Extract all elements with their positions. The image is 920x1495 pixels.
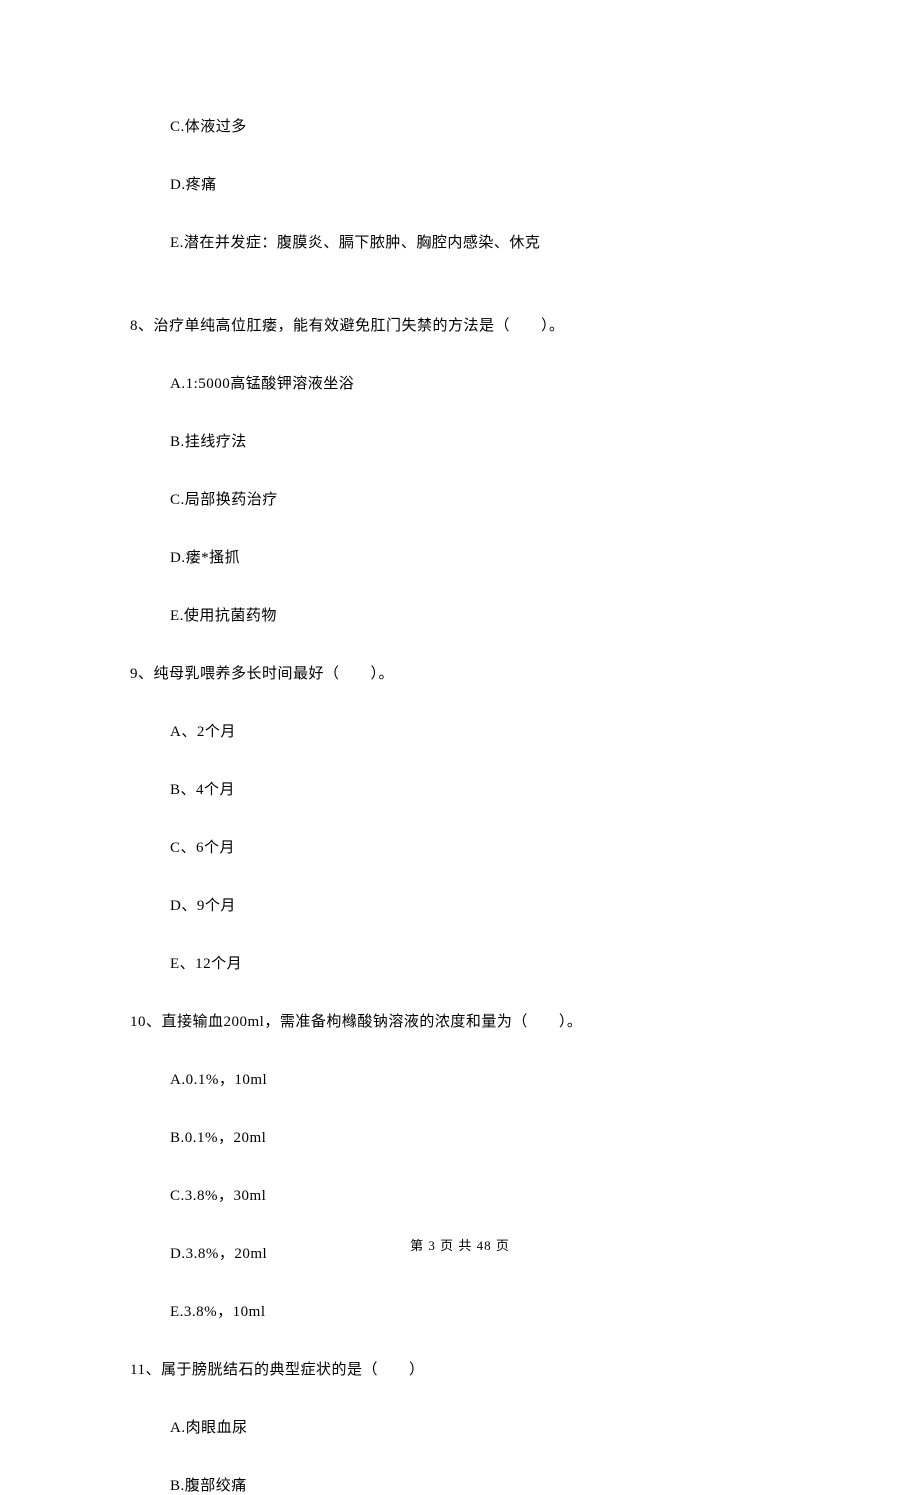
q9-option-d: D、9个月 <box>130 894 790 915</box>
q7-option-e: E.潜在并发症：腹膜炎、膈下脓肿、胸腔内感染、休克 <box>130 231 790 252</box>
q8-option-e: E.使用抗菌药物 <box>130 604 790 625</box>
q9-option-e: E、12个月 <box>130 952 790 973</box>
q10-option-e: E.3.8%，10ml <box>130 1300 790 1321</box>
q9-option-b: B、4个月 <box>130 778 790 799</box>
q11-option-a: A.肉眼血尿 <box>130 1416 790 1437</box>
q9-option-a: A、2个月 <box>130 720 790 741</box>
q8-option-c: C.局部换药治疗 <box>130 488 790 509</box>
q10-option-c: C.3.8%，30ml <box>130 1184 790 1205</box>
q9-stem: 9、纯母乳喂养多长时间最好（ ）。 <box>130 662 790 683</box>
page-footer: 第 3 页 共 48 页 <box>0 1235 920 1254</box>
q10-stem: 10、直接输血200ml，需准备枸橼酸钠溶液的浓度和量为（ ）。 <box>130 1010 790 1031</box>
q8-option-a: A.1:5000高锰酸钾溶液坐浴 <box>130 372 790 393</box>
q10-option-a: A.0.1%，10ml <box>130 1068 790 1089</box>
q9-option-c: C、6个月 <box>130 836 790 857</box>
q7-option-c: C.体液过多 <box>130 115 790 136</box>
q11-stem: 11、属于膀胱结石的典型症状的是（ ） <box>130 1358 790 1379</box>
q8-stem: 8、治疗单纯高位肛瘘，能有效避免肛门失禁的方法是（ ）。 <box>130 314 790 335</box>
q8-option-b: B.挂线疗法 <box>130 430 790 451</box>
q7-option-d: D.疼痛 <box>130 173 790 194</box>
q8-option-d: D.瘘*搔抓 <box>130 546 790 567</box>
q11-option-b: B.腹部绞痛 <box>130 1474 790 1495</box>
q10-option-b: B.0.1%，20ml <box>130 1126 790 1147</box>
